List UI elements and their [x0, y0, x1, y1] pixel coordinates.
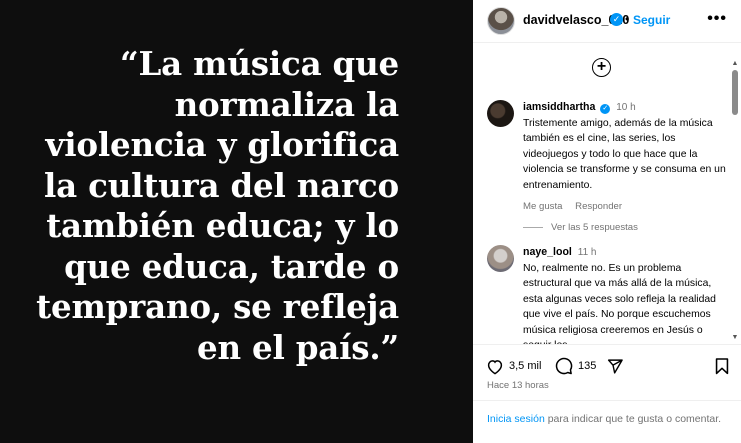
commenter-avatar[interactable]	[487, 245, 514, 272]
comment-time[interactable]: 11 h	[578, 247, 597, 258]
post-actions-bar: 3,5 mil 135	[473, 344, 741, 376]
share-button[interactable]	[606, 356, 624, 376]
comment-like-button[interactable]: Me gusta	[523, 201, 562, 212]
comment-text: No, realmente no. Es un problema estruct…	[523, 262, 716, 345]
comment-time[interactable]: 10 h	[616, 102, 635, 113]
commenter-username[interactable]: naye_lool	[523, 246, 572, 258]
scroll-up-icon[interactable]: ▲	[731, 60, 739, 68]
commenter-avatar[interactable]	[487, 100, 514, 127]
load-more-comments-icon[interactable]: +	[592, 58, 611, 77]
login-prompt-suffix: para indicar que te gusta o comentar.	[544, 413, 722, 425]
quote-line: también educa; y lo	[46, 206, 399, 245]
post-header: davidvelasco_010 ✓ • Seguir •••	[473, 0, 741, 43]
comment-bubble-icon	[555, 357, 573, 375]
login-prompt: Inicia sesión para indicar que te gusta …	[473, 400, 741, 443]
see-replies-label: Ver las 5 respuestas	[551, 222, 638, 233]
verified-badge-icon: ✓	[610, 13, 623, 26]
quote-line: violencia y glorifica	[45, 125, 400, 164]
quote-line: en el país.”	[197, 327, 399, 367]
comment-text: Tristemente amigo, además de la música t…	[523, 117, 726, 191]
scroll-down-icon[interactable]: ▼	[731, 334, 739, 342]
login-link[interactable]: Inicia sesión	[487, 413, 545, 425]
follow-button[interactable]: Seguir	[633, 13, 670, 27]
comment-button[interactable]: 135	[555, 356, 596, 376]
bookmark-icon	[715, 358, 729, 375]
quote-line: que educa, tarde o	[64, 246, 399, 286]
scrollbar-thumb[interactable]	[732, 70, 738, 115]
comment-body: naye_lool 11 h No, realmente no. Es un p…	[523, 245, 728, 344]
like-button[interactable]: 3,5 mil	[486, 356, 541, 376]
comments-scrollbar[interactable]: ▲ ▼	[731, 60, 739, 342]
post-timestamp[interactable]: Hace 13 horas	[487, 380, 549, 391]
quote-line: “La música que	[120, 44, 399, 83]
comment-body: iamsiddhartha ✓ 10 h Tristemente amigo, …	[523, 100, 728, 215]
replies-divider	[523, 226, 543, 228]
post-quote: “La música que normaliza la violencia y …	[19, 44, 399, 368]
paper-plane-icon	[607, 358, 623, 374]
separator-dot: •	[625, 12, 630, 26]
save-button[interactable]	[715, 356, 729, 376]
quote-line: la cultura del narco	[44, 165, 399, 205]
more-options-icon[interactable]: •••	[707, 10, 727, 28]
quote-line: normaliza la	[174, 84, 400, 124]
comment-actions: Me gusta Responder	[523, 199, 728, 215]
post-image: “La música que normaliza la violencia y …	[0, 0, 473, 443]
post-sidebar: davidvelasco_010 ✓ • Seguir ••• + iamsid…	[473, 0, 741, 443]
see-replies-button[interactable]: Ver las 5 respuestas	[523, 222, 638, 233]
login-prompt-text: Inicia sesión para indicar que te gusta …	[487, 411, 727, 427]
comment-count[interactable]: 135	[578, 360, 596, 372]
verified-badge-icon: ✓	[600, 104, 611, 114]
heart-icon	[487, 359, 503, 375]
comments-section: + iamsiddhartha ✓ 10 h Tristemente amigo…	[473, 44, 741, 344]
commenter-username[interactable]: iamsiddhartha	[523, 101, 595, 113]
comment-reply-button[interactable]: Responder	[575, 201, 622, 212]
like-count[interactable]: 3,5 mil	[509, 360, 541, 372]
quote-line: temprano, se refleja	[36, 287, 399, 326]
author-avatar[interactable]	[487, 7, 515, 35]
